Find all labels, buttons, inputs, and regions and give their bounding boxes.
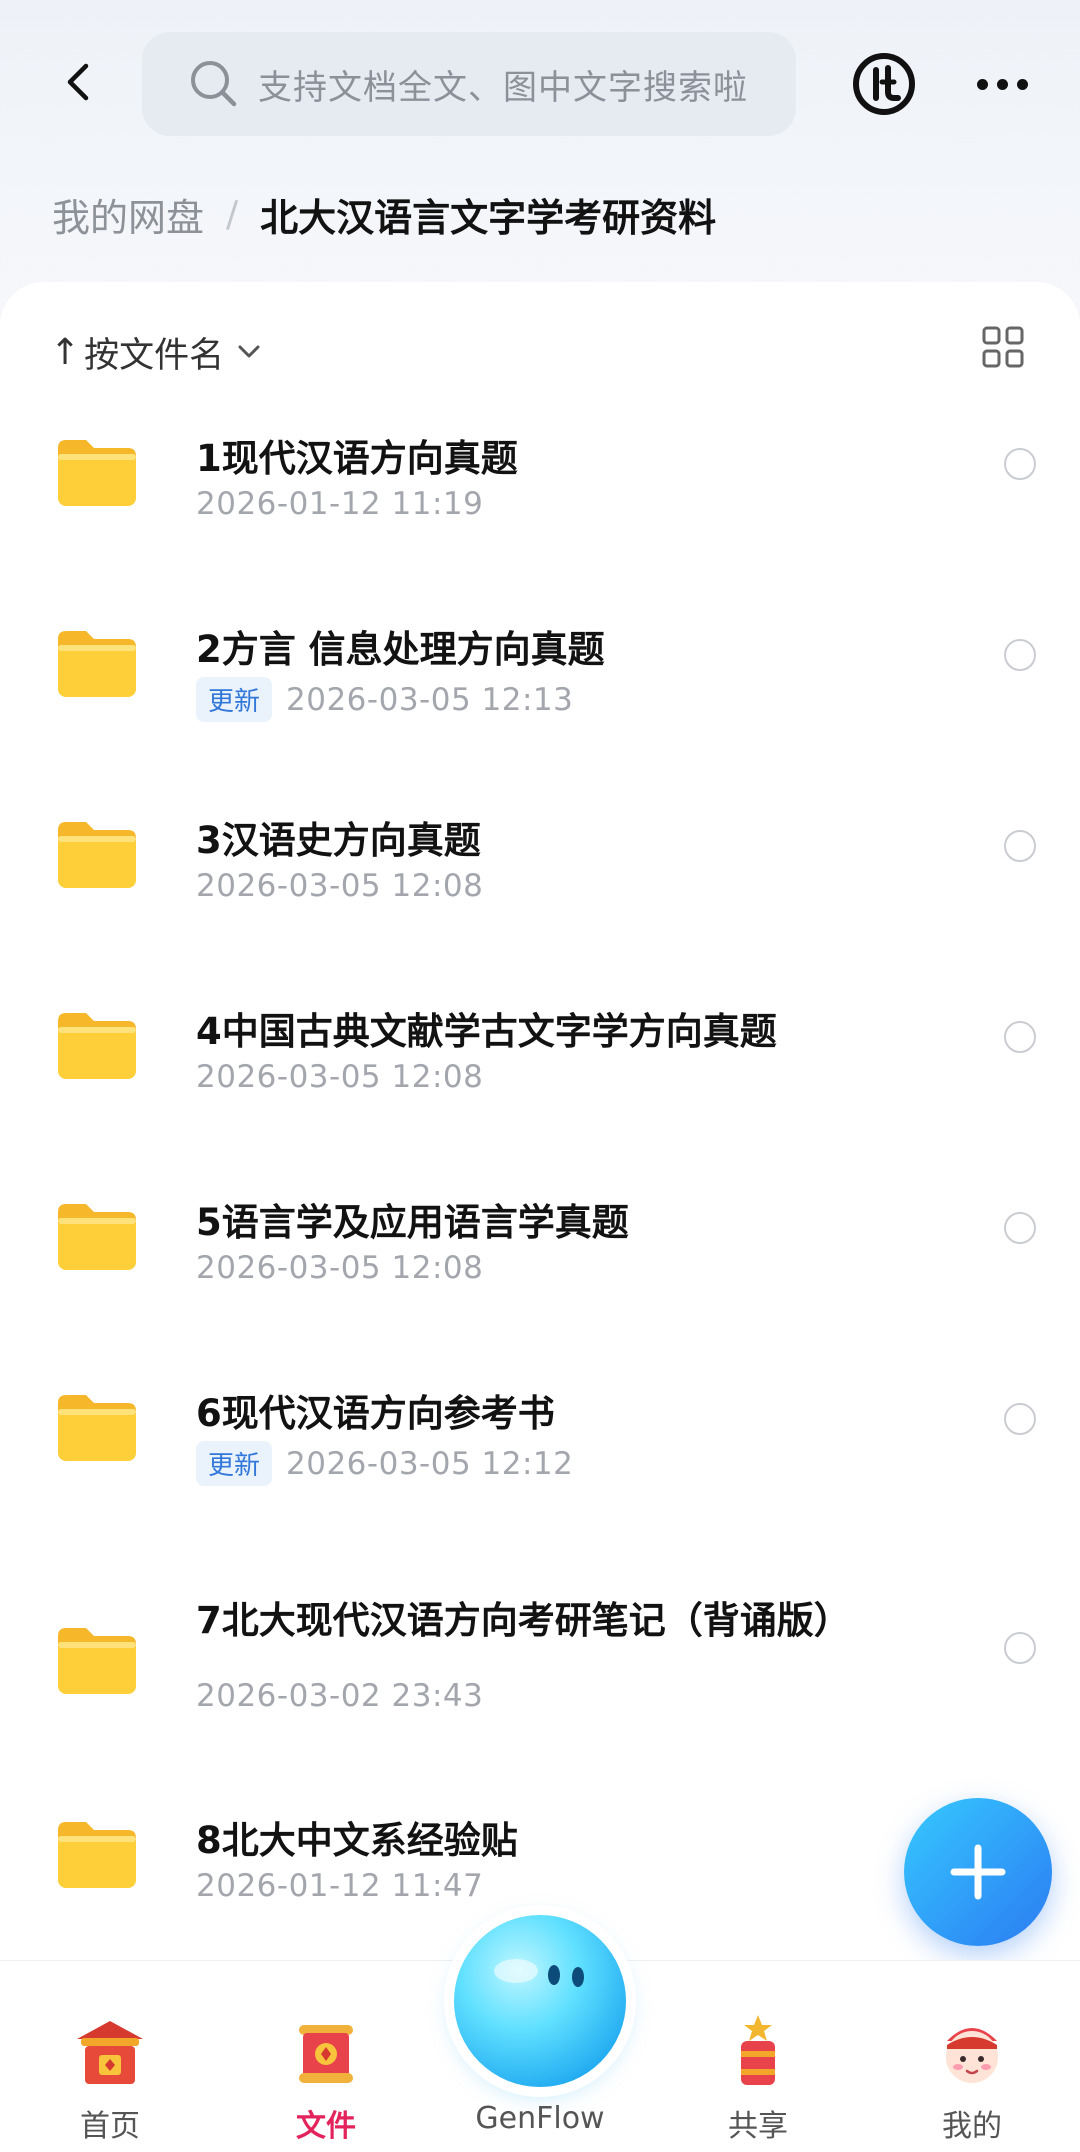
nav-label-me: 我的 bbox=[942, 2109, 1002, 2144]
folder-icon bbox=[58, 1204, 136, 1270]
nav-label-genflow: GenFlow bbox=[475, 2101, 605, 2136]
file-row[interactable]: 5语言学及应用语言学真题 2026-03-05 12:08 bbox=[0, 1168, 1080, 1358]
file-name: 6现代汉语方向参考书 bbox=[196, 1392, 555, 1435]
profile-avatar-icon bbox=[946, 2028, 998, 2083]
file-modified-time: 2026-03-05 12:08 bbox=[196, 1250, 484, 1286]
select-checkbox[interactable] bbox=[1004, 1403, 1036, 1435]
folder-icon bbox=[58, 1822, 136, 1888]
file-name: 3汉语史方向真题 bbox=[196, 819, 481, 862]
file-name: 5语言学及应用语言学真题 bbox=[196, 1201, 629, 1244]
search-input[interactable]: 支持文档全文、图中文字搜索啦 bbox=[142, 32, 796, 136]
file-name: 8北大中文系经验贴 bbox=[196, 1819, 518, 1862]
sort-direction-arrow: ↑ bbox=[50, 331, 81, 373]
breadcrumb-current: 北大汉语言文字学考研资料 bbox=[260, 195, 717, 240]
add-button[interactable] bbox=[904, 1798, 1052, 1946]
updated-badge: 更新 bbox=[196, 677, 273, 722]
search-placeholder: 支持文档全文、图中文字搜索啦 bbox=[258, 67, 748, 108]
folder-icon bbox=[58, 1395, 136, 1461]
select-checkbox[interactable] bbox=[1004, 830, 1036, 862]
file-modified-time: 2026-03-05 12:13 bbox=[286, 681, 574, 718]
top-bar: 支持文档全文、图中文字搜索啦 bbox=[0, 0, 1080, 160]
file-row[interactable]: 1现代汉语方向真题 2026-01-12 11:19 bbox=[0, 404, 1080, 594]
select-checkbox[interactable] bbox=[1004, 1212, 1036, 1244]
genflow-orb-icon bbox=[454, 1915, 626, 2087]
app-logo-button[interactable] bbox=[852, 52, 916, 116]
file-modified-time: 2026-03-05 12:12 bbox=[286, 1445, 574, 1482]
file-name: 2方言 信息处理方向真题 bbox=[196, 628, 605, 671]
breadcrumb-root[interactable]: 我的网盘 bbox=[52, 187, 204, 242]
app-logo-icon bbox=[853, 53, 915, 115]
file-row[interactable]: 2方言 信息处理方向真题 更新 2026-03-05 12:13 bbox=[0, 595, 1080, 785]
back-arrow-icon bbox=[67, 63, 89, 101]
select-checkbox[interactable] bbox=[1004, 639, 1036, 671]
grid-view-icon[interactable] bbox=[982, 326, 1024, 368]
nav-item-home[interactable]: 首页 bbox=[20, 1961, 200, 2152]
file-name: 4中国古典文献学古文字学方向真题 bbox=[196, 1010, 777, 1053]
folder-icon bbox=[58, 1013, 136, 1079]
file-modified-time: 2026-03-05 12:08 bbox=[196, 868, 484, 904]
file-name: 1现代汉语方向真题 bbox=[196, 437, 518, 480]
folder-icon bbox=[58, 822, 136, 888]
more-dots-icon bbox=[976, 78, 988, 90]
file-meta: 更新 2026-03-05 12:13 bbox=[196, 677, 573, 722]
back-button[interactable] bbox=[50, 52, 110, 112]
more-dot bbox=[996, 78, 1008, 90]
nav-label-home: 首页 bbox=[80, 2109, 140, 2144]
file-row[interactable]: 7北大现代汉语方向考研笔记（背诵版） 2026-03-02 23:43 bbox=[0, 1572, 1080, 1762]
breadcrumb: 我的网盘 / 北大汉语言文字学考研资料 bbox=[52, 186, 716, 242]
file-meta: 更新 2026-03-05 12:12 bbox=[196, 1441, 573, 1486]
file-meta: 2026-01-12 11:47 bbox=[196, 1868, 483, 1904]
more-button[interactable] bbox=[970, 52, 1034, 116]
file-modified-time: 2026-01-12 11:19 bbox=[196, 486, 484, 522]
plus-icon bbox=[950, 1844, 1006, 1900]
file-row[interactable]: 3汉语史方向真题 2026-03-05 12:08 bbox=[0, 786, 1080, 976]
select-checkbox[interactable] bbox=[1004, 1021, 1036, 1053]
file-name: 7北大现代汉语方向考研笔记（背诵版） bbox=[196, 1599, 851, 1642]
folder-icon bbox=[58, 1628, 136, 1694]
select-checkbox[interactable] bbox=[1004, 448, 1036, 480]
nav-item-genflow[interactable]: GenFlow bbox=[450, 1915, 630, 2152]
nav-label-share: 共享 bbox=[728, 2109, 788, 2144]
files-scroll-icon bbox=[299, 2025, 353, 2083]
nav-label-files: 文件 bbox=[296, 2109, 356, 2144]
file-row[interactable]: 4中国古典文献学古文字学方向真题 2026-03-05 12:08 bbox=[0, 977, 1080, 1167]
share-firecracker-icon bbox=[741, 2015, 775, 2085]
file-modified-time: 2026-01-12 11:47 bbox=[196, 1868, 484, 1904]
select-checkbox[interactable] bbox=[1004, 1632, 1036, 1664]
file-modified-time: 2026-03-02 23:43 bbox=[196, 1678, 484, 1714]
folder-icon bbox=[58, 440, 136, 506]
file-meta: 2026-03-05 12:08 bbox=[196, 868, 483, 904]
sort-label: 按文件名 bbox=[84, 335, 225, 376]
bottom-nav: 首页 文件 GenFlow 共享 我的 bbox=[0, 1915, 1080, 2152]
file-meta: 2026-03-02 23:43 bbox=[196, 1678, 483, 1714]
nav-item-share[interactable]: 共享 bbox=[668, 1961, 848, 2152]
updated-badge: 更新 bbox=[196, 1441, 273, 1486]
folder-icon bbox=[58, 631, 136, 697]
breadcrumb-separator: / bbox=[226, 193, 239, 235]
more-dot bbox=[1016, 78, 1028, 90]
file-meta: 2026-01-12 11:19 bbox=[196, 486, 483, 522]
sort-control[interactable]: ↑ 按文件名 bbox=[50, 322, 264, 382]
file-meta: 2026-03-05 12:08 bbox=[196, 1250, 483, 1286]
file-meta: 2026-03-05 12:08 bbox=[196, 1059, 483, 1095]
home-temple-icon bbox=[77, 2021, 143, 2084]
nav-item-me[interactable]: 我的 bbox=[882, 1961, 1062, 2152]
chevron-down-icon bbox=[238, 345, 260, 358]
file-row[interactable]: 6现代汉语方向参考书 更新 2026-03-05 12:12 bbox=[0, 1359, 1080, 1549]
search-icon bbox=[191, 61, 237, 107]
file-modified-time: 2026-03-05 12:08 bbox=[196, 1059, 484, 1095]
nav-item-files[interactable]: 文件 bbox=[236, 1961, 416, 2152]
